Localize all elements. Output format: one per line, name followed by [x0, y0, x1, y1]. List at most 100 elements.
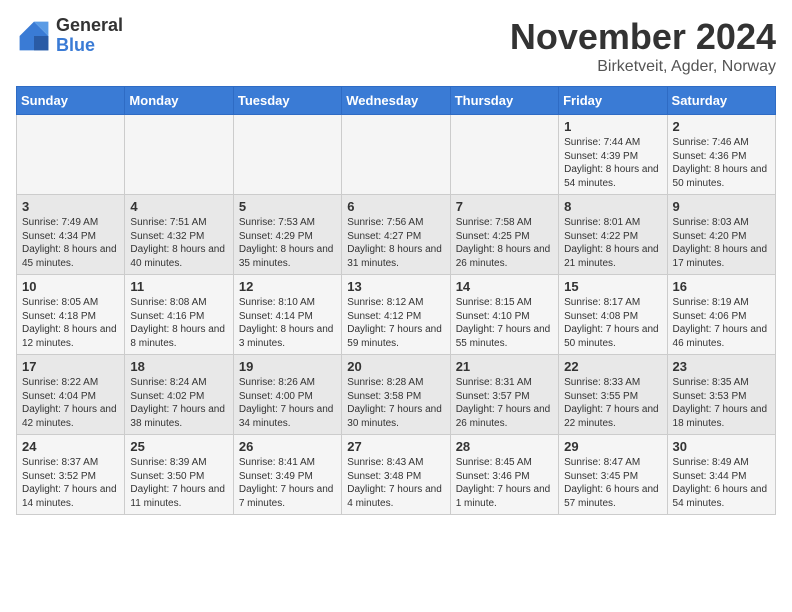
calendar-cell: 8Sunrise: 8:01 AM Sunset: 4:22 PM Daylig… [559, 195, 667, 275]
day-info: Sunrise: 7:53 AM Sunset: 4:29 PM Dayligh… [239, 216, 336, 270]
day-info: Sunrise: 8:05 AM Sunset: 4:18 PM Dayligh… [22, 296, 119, 350]
calendar-cell: 26 Sunrise: 8:41 AM Sunset: 3:49 PM Dayli… [233, 435, 341, 515]
calendar-cell: 9Sunrise: 8:03 AM Sunset: 4:20 PM Daylig… [667, 195, 775, 275]
calendar-cell: 1 Sunrise: 7:44 AM Sunset: 4:39 PM Daylig… [559, 115, 667, 195]
day-info: Sunrise: 7:56 AM Sunset: 4:27 PM Dayligh… [347, 216, 444, 270]
day-number: 15 [564, 279, 661, 294]
day-info: Sunrise: 8:10 AM Sunset: 4:14 PM Dayligh… [239, 296, 336, 350]
title-section: November 2024 Birketveit, Agder, Norway [510, 16, 776, 76]
calendar-cell: 2Sunrise: 7:46 AM Sunset: 4:36 PM Daylig… [667, 115, 775, 195]
day-info: Sunrise: 8:37 AM Sunset: 3:52 PM Dayligh… [22, 456, 119, 510]
day-number: 24 [22, 439, 119, 454]
calendar-cell: 22Sunrise: 8:33 AM Sunset: 3:55 PM Dayli… [559, 355, 667, 435]
day-number: 20 [347, 359, 444, 374]
day-number: 21 [456, 359, 553, 374]
calendar-week-1: 1 Sunrise: 7:44 AM Sunset: 4:39 PM Daylig… [17, 115, 776, 195]
header-sunday: Sunday [17, 87, 125, 115]
month-title: November 2024 [510, 16, 776, 58]
day-number: 16 [673, 279, 770, 294]
calendar-cell: 29 Sunrise: 8:47 AM Sunset: 3:45 PM Dayli… [559, 435, 667, 515]
logo-general: General [56, 16, 123, 36]
day-number: 25 [130, 439, 227, 454]
day-number: 8 [564, 199, 661, 214]
day-info: Sunrise: 7:44 AM Sunset: 4:39 PM Dayligh… [564, 136, 661, 190]
day-number: 6 [347, 199, 444, 214]
header-monday: Monday [125, 87, 233, 115]
calendar-cell: 4Sunrise: 7:51 AM Sunset: 4:32 PM Daylig… [125, 195, 233, 275]
calendar-cell: 14 Sunrise: 8:15 AM Sunset: 4:10 PM Dayli… [450, 275, 558, 355]
day-info: Sunrise: 8:39 AM Sunset: 3:50 PM Dayligh… [130, 456, 227, 510]
day-info: Sunrise: 8:12 AM Sunset: 4:12 PM Dayligh… [347, 296, 444, 350]
day-number: 14 [456, 279, 553, 294]
calendar-week-3: 10 Sunrise: 8:05 AM Sunset: 4:18 PM Dayli… [17, 275, 776, 355]
day-number: 29 [564, 439, 661, 454]
day-info: Sunrise: 8:22 AM Sunset: 4:04 PM Dayligh… [22, 376, 119, 430]
calendar-cell: 20 Sunrise: 8:28 AM Sunset: 3:58 PM Dayli… [342, 355, 450, 435]
calendar-cell: 5Sunrise: 7:53 AM Sunset: 4:29 PM Daylig… [233, 195, 341, 275]
calendar-cell: 28 Sunrise: 8:45 AM Sunset: 3:46 PM Dayli… [450, 435, 558, 515]
day-number: 28 [456, 439, 553, 454]
day-number: 17 [22, 359, 119, 374]
day-number: 7 [456, 199, 553, 214]
logo-icon [16, 18, 52, 54]
day-info: Sunrise: 8:15 AM Sunset: 4:10 PM Dayligh… [456, 296, 553, 350]
day-info: Sunrise: 7:49 AM Sunset: 4:34 PM Dayligh… [22, 216, 119, 270]
calendar-cell [233, 115, 341, 195]
header-saturday: Saturday [667, 87, 775, 115]
day-number: 30 [673, 439, 770, 454]
calendar-cell: 27Sunrise: 8:43 AM Sunset: 3:48 PM Dayli… [342, 435, 450, 515]
calendar-cell: 23Sunrise: 8:35 AM Sunset: 3:53 PM Dayli… [667, 355, 775, 435]
day-info: Sunrise: 8:08 AM Sunset: 4:16 PM Dayligh… [130, 296, 227, 350]
calendar-cell: 3 Sunrise: 7:49 AM Sunset: 4:34 PM Daylig… [17, 195, 125, 275]
calendar-cell: 13 Sunrise: 8:12 AM Sunset: 4:12 PM Dayli… [342, 275, 450, 355]
day-info: Sunrise: 8:19 AM Sunset: 4:06 PM Dayligh… [673, 296, 770, 350]
calendar-cell [450, 115, 558, 195]
calendar-body: 1 Sunrise: 7:44 AM Sunset: 4:39 PM Daylig… [17, 115, 776, 515]
day-info: Sunrise: 8:41 AM Sunset: 3:49 PM Dayligh… [239, 456, 336, 510]
calendar-cell: 24 Sunrise: 8:37 AM Sunset: 3:52 PM Dayli… [17, 435, 125, 515]
calendar-table: Sunday Monday Tuesday Wednesday Thursday… [16, 86, 776, 515]
calendar-week-5: 24 Sunrise: 8:37 AM Sunset: 3:52 PM Dayli… [17, 435, 776, 515]
calendar-cell: 12 Sunrise: 8:10 AM Sunset: 4:14 PM Dayli… [233, 275, 341, 355]
calendar-cell: 19Sunrise: 8:26 AM Sunset: 4:00 PM Dayli… [233, 355, 341, 435]
header-tuesday: Tuesday [233, 87, 341, 115]
day-info: Sunrise: 8:03 AM Sunset: 4:20 PM Dayligh… [673, 216, 770, 270]
calendar-cell: 6 Sunrise: 7:56 AM Sunset: 4:27 PM Daylig… [342, 195, 450, 275]
day-info: Sunrise: 8:45 AM Sunset: 3:46 PM Dayligh… [456, 456, 553, 510]
day-info: Sunrise: 8:24 AM Sunset: 4:02 PM Dayligh… [130, 376, 227, 430]
day-info: Sunrise: 8:33 AM Sunset: 3:55 PM Dayligh… [564, 376, 661, 430]
calendar-cell: 10 Sunrise: 8:05 AM Sunset: 4:18 PM Dayli… [17, 275, 125, 355]
day-number: 26 [239, 439, 336, 454]
header-row: Sunday Monday Tuesday Wednesday Thursday… [17, 87, 776, 115]
day-info: Sunrise: 7:46 AM Sunset: 4:36 PM Dayligh… [673, 136, 770, 190]
calendar-cell: 7Sunrise: 7:58 AM Sunset: 4:25 PM Daylig… [450, 195, 558, 275]
day-info: Sunrise: 8:47 AM Sunset: 3:45 PM Dayligh… [564, 456, 661, 510]
calendar-cell [125, 115, 233, 195]
calendar-cell: 30 Sunrise: 8:49 AM Sunset: 3:44 PM Dayli… [667, 435, 775, 515]
calendar-week-2: 3 Sunrise: 7:49 AM Sunset: 4:34 PM Daylig… [17, 195, 776, 275]
calendar-cell: 25 Sunrise: 8:39 AM Sunset: 3:50 PM Dayli… [125, 435, 233, 515]
day-info: Sunrise: 8:26 AM Sunset: 4:00 PM Dayligh… [239, 376, 336, 430]
day-info: Sunrise: 8:49 AM Sunset: 3:44 PM Dayligh… [673, 456, 770, 510]
day-info: Sunrise: 8:28 AM Sunset: 3:58 PM Dayligh… [347, 376, 444, 430]
day-number: 3 [22, 199, 119, 214]
calendar-cell: 21 Sunrise: 8:31 AM Sunset: 3:57 PM Dayli… [450, 355, 558, 435]
day-number: 18 [130, 359, 227, 374]
day-number: 1 [564, 119, 661, 134]
logo-blue: Blue [56, 36, 123, 56]
day-number: 13 [347, 279, 444, 294]
day-number: 11 [130, 279, 227, 294]
calendar-cell: 17 Sunrise: 8:22 AM Sunset: 4:04 PM Dayli… [17, 355, 125, 435]
day-info: Sunrise: 8:35 AM Sunset: 3:53 PM Dayligh… [673, 376, 770, 430]
day-info: Sunrise: 8:31 AM Sunset: 3:57 PM Dayligh… [456, 376, 553, 430]
logo: General Blue [16, 16, 123, 56]
calendar-cell: 16 Sunrise: 8:19 AM Sunset: 4:06 PM Dayli… [667, 275, 775, 355]
day-number: 4 [130, 199, 227, 214]
calendar-cell: 15 Sunrise: 8:17 AM Sunset: 4:08 PM Dayli… [559, 275, 667, 355]
logo-text: General Blue [56, 16, 123, 56]
day-number: 12 [239, 279, 336, 294]
day-number: 10 [22, 279, 119, 294]
calendar-header: Sunday Monday Tuesday Wednesday Thursday… [17, 87, 776, 115]
day-info: Sunrise: 8:17 AM Sunset: 4:08 PM Dayligh… [564, 296, 661, 350]
location: Birketveit, Agder, Norway [510, 58, 776, 76]
